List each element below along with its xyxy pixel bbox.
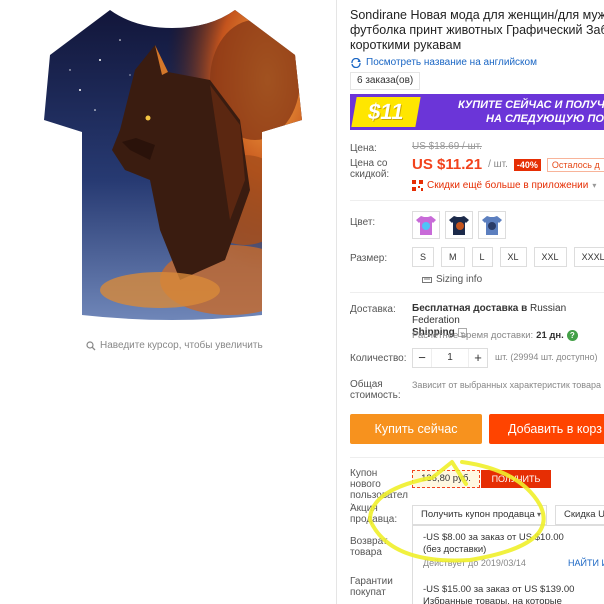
get-coupon-button[interactable]: ПОЛУЧИТЬ — [481, 470, 551, 488]
coupon-offer-1-note: (без доставки) — [423, 544, 487, 555]
gallery-pane: Наведите курсор, чтобы увеличить — [0, 0, 336, 604]
discount-select[interactable]: Скидка US — [555, 505, 604, 525]
old-price: US $18.69 / шт. — [412, 141, 482, 152]
buy-now-button[interactable]: Купить сейчас — [350, 414, 482, 444]
size-option-xxl[interactable]: XXL — [533, 247, 567, 267]
translate-title-link[interactable]: Посмотреть название на английском — [350, 57, 537, 68]
delivery-time-label: Расчётное время доставки: — [412, 330, 534, 341]
add-to-cart-button[interactable]: Добавить в корз — [489, 414, 604, 444]
coupon-offer-1-date: Действует до 2019/03/14 — [423, 558, 526, 568]
size-option-l[interactable]: L — [471, 247, 493, 267]
color-swatch-2[interactable] — [445, 211, 473, 239]
size-option-s[interactable]: S — [412, 247, 435, 267]
discount-badge: -40% — [513, 158, 541, 171]
shipping-label: Доставка: — [350, 304, 396, 315]
caret-down-icon: ▾ — [536, 510, 541, 519]
seller-promo-label: Акция продавца: — [350, 503, 398, 525]
translate-link-text[interactable]: Посмотреть название на английском — [366, 57, 537, 68]
sizing-info-link[interactable]: Sizing info — [422, 274, 482, 285]
color-swatch-1[interactable] — [412, 211, 440, 239]
tshirt-colorful-icon — [416, 216, 436, 235]
product-image[interactable] — [40, 0, 305, 320]
divider-line — [350, 457, 604, 458]
banner-price: $11 — [351, 97, 421, 127]
total-value: Зависит от выбранных характеристик товар… — [412, 380, 601, 390]
zoom-hint: Наведите курсор, чтобы увеличить — [86, 340, 263, 351]
delivery-time: Расчётное время доставки: 21 дн. ? — [412, 330, 578, 341]
promo-banner[interactable]: $11 КУПИТЕ СЕЙЧАС И ПОЛУЧИТ НА СЛЕДУЮЩУЮ… — [350, 94, 604, 130]
size-label: Размер: — [350, 253, 388, 264]
coupon-offer-1-link[interactable]: НАЙТИ И — [568, 558, 604, 568]
zoom-hint-text: Наведите курсор, чтобы увеличить — [100, 340, 263, 351]
price-unit: / шт. — [488, 159, 508, 170]
current-price: US $11.21 — [412, 156, 483, 173]
color-label: Цвет: — [350, 217, 376, 228]
price-label: Цена: — [350, 143, 377, 154]
guarantee-label: Гарантии покупат — [350, 576, 393, 598]
seller-coupon-dropdown: -US $8.00 за заказ от US $10.00 (без дос… — [412, 525, 604, 604]
orders-count: 6 заказа(ов) — [350, 72, 421, 90]
banner-line-1: КУПИТЕ СЕЙЧАС И ПОЛУЧИТ — [458, 99, 604, 111]
quantity-increase-button[interactable]: + — [469, 349, 487, 367]
new-user-coupon-amount: 136,80 руб. — [412, 470, 480, 488]
quantity-decrease-button[interactable]: − — [413, 349, 431, 367]
help-icon[interactable]: ? — [566, 330, 578, 341]
quantity-stepper: − 1 + — [412, 348, 488, 368]
tshirt-dark-icon — [449, 216, 469, 235]
sizing-info-text[interactable]: Sizing info — [436, 274, 482, 285]
seller-coupon-select[interactable]: Получить купон продавца ▾ — [412, 505, 547, 525]
size-option-xxxl[interactable]: XXXL — [573, 247, 604, 267]
tshirt-blue-icon — [482, 216, 502, 235]
color-swatches — [412, 211, 506, 239]
return-label: Возврат товара — [350, 536, 388, 558]
banner-line-2: НА СЛЕДУЮЩУЮ ПОК — [486, 113, 604, 125]
size-option-xl[interactable]: XL — [499, 247, 527, 267]
color-swatch-3[interactable] — [478, 211, 506, 239]
price-row: US $11.21 / шт. -40% Осталось д — [412, 156, 604, 173]
product-title: Sondirane Новая мода для женщин/для мужч… — [350, 8, 604, 52]
coupon-offer-2-amount[interactable]: -US $15.00 за заказ от US $139.00 — [423, 584, 574, 595]
ruler-icon — [422, 276, 432, 283]
time-left-badge: Осталось д — [546, 157, 604, 172]
product-details: Sondirane Новая мода для женщин/для мужч… — [350, 0, 604, 604]
translate-icon — [351, 57, 361, 68]
coupon-offer-2-note: Избранные товары, на которые — [423, 596, 562, 604]
app-promo-text[interactable]: Скидки ещё больше в приложении — [427, 180, 588, 191]
total-label: Общая стоимость: — [350, 379, 401, 401]
coupon-offer-1-amount[interactable]: -US $8.00 за заказ от US $10.00 — [423, 532, 564, 543]
free-shipping-text: Бесплатная доставка в — [412, 303, 528, 314]
discount-price-label: Цена со скидкой: — [350, 158, 390, 180]
seller-coupon-select-text: Получить купон продавца — [421, 509, 535, 520]
delivery-time-value: 21 дн. — [536, 330, 564, 341]
size-options: S M L XL XXL XXXL 4 — [412, 247, 604, 267]
app-promo[interactable]: Скидки ещё больше в приложении ▾ — [412, 180, 596, 191]
divider-line — [350, 200, 604, 201]
divider-line — [350, 292, 604, 293]
qr-code-icon — [412, 180, 423, 191]
quantity-label: Количество: — [350, 353, 407, 364]
magnifier-icon — [86, 340, 96, 350]
size-option-m[interactable]: M — [441, 247, 465, 267]
chevron-down-icon: ▾ — [592, 181, 597, 190]
quantity-input[interactable]: 1 — [431, 349, 469, 367]
pane-divider — [336, 0, 337, 604]
stock-available: шт. (29994 шт. доступно) — [495, 352, 598, 362]
